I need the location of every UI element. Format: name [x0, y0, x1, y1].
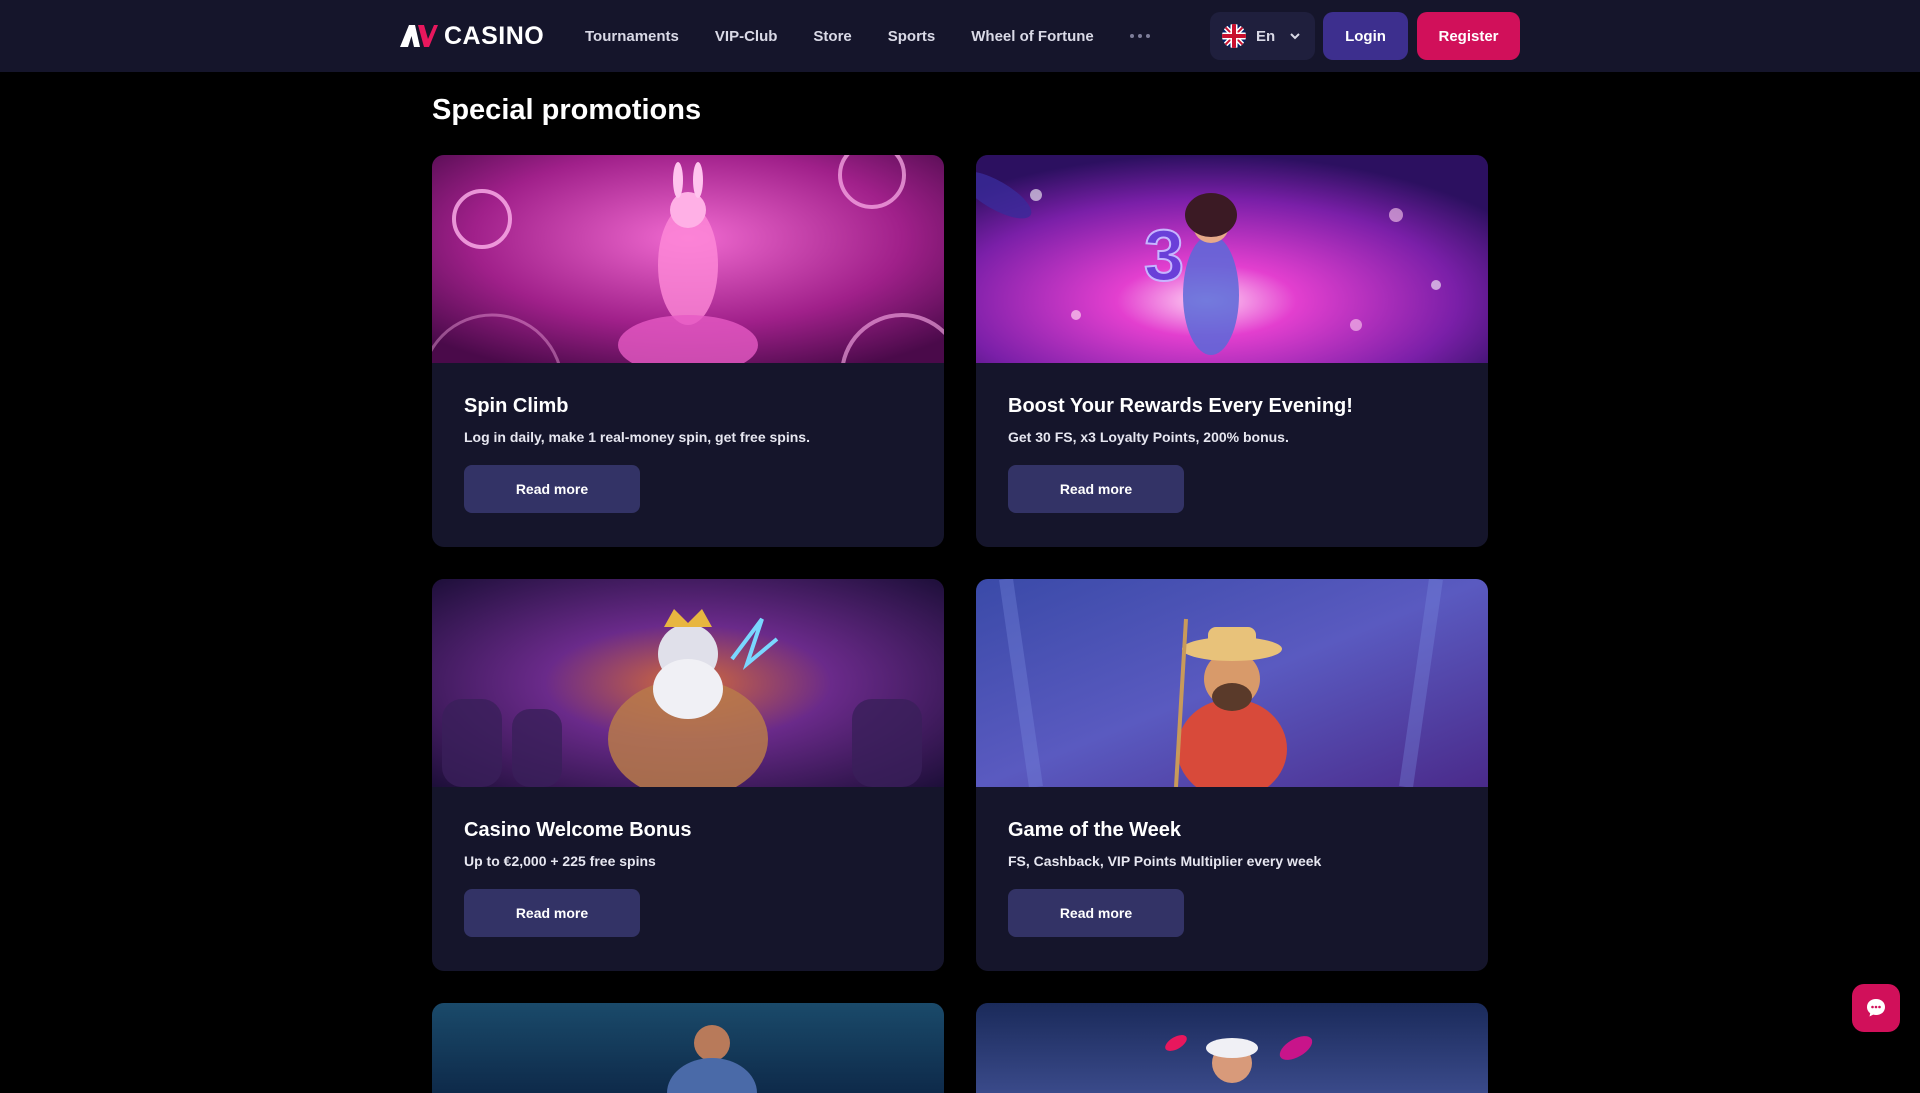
login-button[interactable]: Login	[1323, 12, 1408, 60]
promo-description: Get 30 FS, x3 Loyalty Points, 200% bonus…	[1008, 429, 1289, 445]
page-title: Special promotions	[432, 94, 702, 126]
svg-text:3: 3	[1144, 216, 1184, 296]
read-more-button[interactable]: Read more	[1008, 889, 1184, 937]
av-logo-icon	[400, 25, 438, 47]
promo-description: FS, Cashback, VIP Points Multiplier ever…	[1008, 853, 1322, 869]
read-more-button[interactable]: Read more	[1008, 465, 1184, 513]
uk-flag-icon	[1222, 24, 1246, 48]
read-more-button[interactable]: Read more	[464, 465, 640, 513]
promo-title: Game of the Week	[1008, 819, 1182, 841]
casino-logo[interactable]: CASINO	[400, 22, 544, 50]
nav-item-vip-club[interactable]: VIP-Club	[715, 28, 778, 45]
language-selector[interactable]: En	[1210, 12, 1315, 60]
promo-title: Casino Welcome Bonus	[464, 819, 692, 841]
nav-item-wheel-of-fortune[interactable]: Wheel of Fortune	[971, 28, 1094, 45]
chat-bubble-icon[interactable]	[1852, 984, 1900, 1032]
promo-description: Log in daily, make 1 real-money spin, ge…	[464, 429, 810, 445]
promo-title: Boost Your Rewards Every Evening!	[1008, 395, 1353, 417]
promo-image-spin-climb	[432, 155, 944, 363]
main-nav: Tournaments VIP-Club Store Sports Wheel …	[585, 0, 1150, 72]
promo-image-boost-rewards: 3	[976, 155, 1488, 363]
chevron-down-icon	[1289, 32, 1301, 40]
read-more-button[interactable]: Read more	[464, 889, 640, 937]
logo-text: CASINO	[444, 21, 545, 50]
promo-card: 3 Boost Your Rewards Every Evening! Get …	[976, 155, 1488, 547]
more-dots-icon[interactable]	[1129, 34, 1150, 38]
language-label: En	[1256, 27, 1276, 45]
top-header: CASINO Tournaments VIP-Club Store Sports…	[0, 0, 1920, 72]
promo-card: Casino Welcome Bonus Up to €2,000 + 225 …	[432, 579, 944, 971]
promo-title: Spin Climb	[464, 395, 569, 417]
promo-card: Game of the Week FS, Cashback, VIP Point…	[976, 579, 1488, 971]
nav-item-sports[interactable]: Sports	[888, 28, 936, 45]
promo-card: Spin Climb Log in daily, make 1 real-mon…	[432, 155, 944, 547]
promo-description: Up to €2,000 + 225 free spins	[464, 853, 656, 869]
register-button[interactable]: Register	[1417, 12, 1520, 60]
promo-image-game-of-week	[976, 579, 1488, 787]
promo-image-welcome-bonus	[432, 579, 944, 787]
nav-item-store[interactable]: Store	[813, 28, 851, 45]
nav-item-tournaments[interactable]: Tournaments	[585, 28, 679, 45]
